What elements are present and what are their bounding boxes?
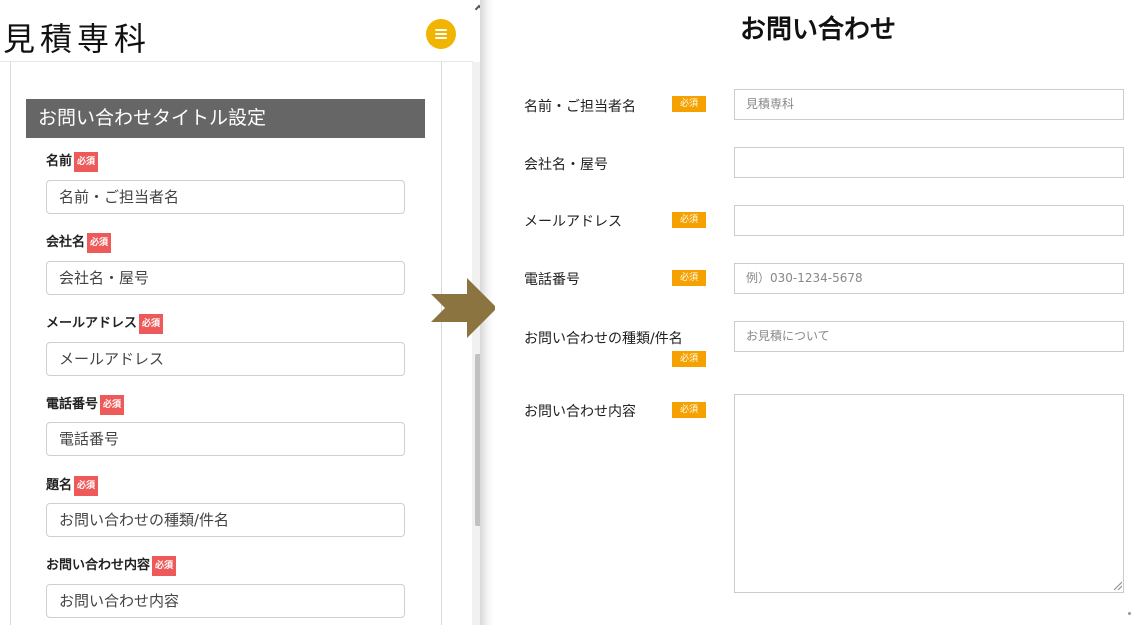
required-badge: 必須 — [87, 233, 112, 253]
field-label-message: お問い合わせ内容 必須 — [46, 556, 177, 576]
field-label-email: メールアドレス 必須 — [46, 314, 164, 334]
scroll-indicator — [1128, 612, 1131, 615]
field-label-text: お問い合わせ内容 — [46, 558, 151, 573]
field-label-subject: 題名 必須 — [46, 476, 99, 496]
field-label-text: 会社名 — [46, 235, 86, 250]
form-label-email: メールアドレス — [524, 214, 622, 230]
company-input[interactable] — [734, 147, 1124, 178]
required-badge: 必須 — [672, 212, 706, 228]
field-label-text: 題名 — [46, 478, 73, 493]
phone-title-input[interactable]: 電話番号 — [46, 422, 405, 456]
required-badge: 必須 — [152, 556, 177, 576]
phone-input[interactable]: 例）030-1234-5678 — [734, 263, 1124, 294]
company-title-input[interactable]: 会社名・屋号 — [46, 261, 405, 295]
field-label-text: メールアドレス — [46, 316, 138, 331]
subject-input[interactable]: お見積について — [734, 321, 1124, 352]
admin-preview-panel: 見積専科 お問い合わせタイトル設定 名前 必須 名前・ご担当者名 会社名 必須 会社… — [0, 0, 490, 625]
field-label-text: 電話番号 — [46, 397, 99, 412]
brand-logo: 見積専科 — [3, 20, 152, 58]
menu-button[interactable] — [426, 19, 456, 49]
field-label-company: 会社名 必須 — [46, 233, 112, 253]
name-input[interactable]: 見積専科 — [734, 89, 1124, 120]
email-input[interactable] — [734, 205, 1124, 236]
required-badge: 必須 — [672, 96, 706, 112]
message-title-input[interactable]: お問い合わせ内容 — [46, 584, 405, 618]
required-badge: 必須 — [100, 395, 125, 415]
required-badge: 必須 — [672, 351, 706, 367]
hamburger-menu-icon — [435, 33, 447, 35]
field-label-phone: 電話番号 必須 — [46, 395, 125, 415]
brand-header: 見積専科 — [0, 10, 473, 62]
required-badge: 必須 — [672, 270, 706, 286]
form-label-company: 会社名・屋号 — [524, 157, 608, 173]
required-badge: 必須 — [139, 314, 164, 334]
form-title: お問い合わせ — [740, 15, 897, 45]
section-title: お問い合わせタイトル設定 — [26, 99, 425, 138]
email-title-input[interactable]: メールアドレス — [46, 342, 405, 376]
form-label-name: 名前・ご担当者名 — [524, 99, 636, 115]
form-label-phone: 電話番号 — [524, 272, 580, 288]
required-badge: 必須 — [74, 476, 99, 496]
subject-title-input[interactable]: お問い合わせの種類/件名 — [46, 503, 405, 537]
resize-handle-icon[interactable] — [1112, 580, 1122, 590]
right-arrow-icon — [431, 278, 497, 338]
field-label-name: 名前 必須 — [46, 152, 99, 172]
message-textarea[interactable] — [734, 394, 1124, 593]
field-label-text: 名前 — [46, 154, 73, 169]
form-label-message: お問い合わせ内容 — [524, 404, 636, 420]
name-title-input[interactable]: 名前・ご担当者名 — [46, 180, 405, 214]
hamburger-menu-icon — [435, 37, 447, 39]
required-badge: 必須 — [672, 402, 706, 418]
form-label-subject: お問い合わせの種類/件名 — [524, 331, 683, 347]
required-badge: 必須 — [74, 152, 99, 172]
hamburger-menu-icon — [435, 29, 447, 31]
